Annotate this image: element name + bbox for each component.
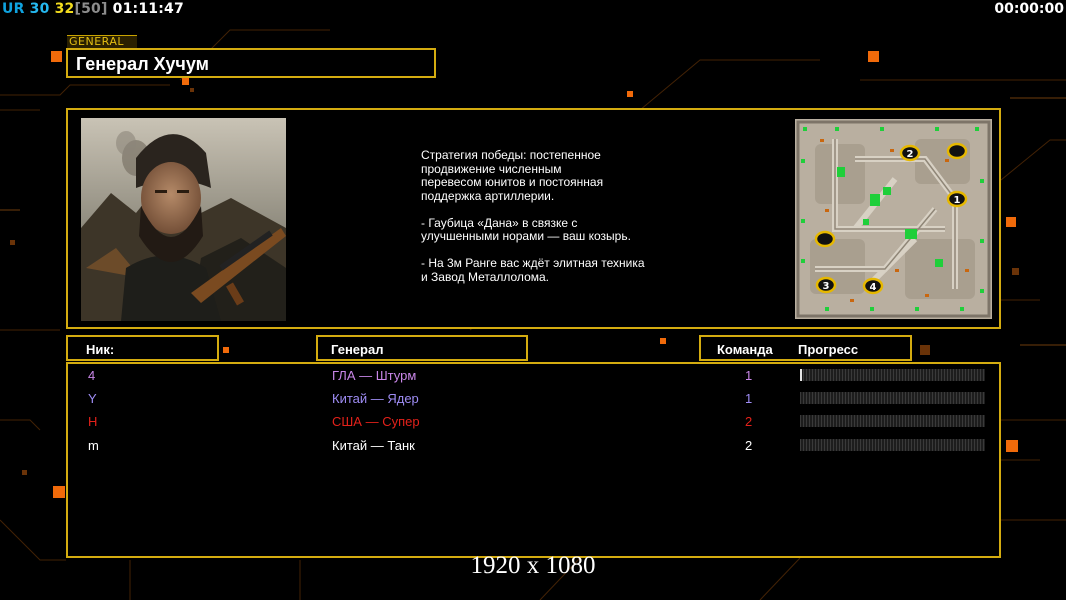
map-preview: 2 1 3 4 <box>795 119 992 319</box>
player-general: Китай — Ядер <box>332 391 419 406</box>
player-row: m Китай — Танк 2 <box>68 435 999 457</box>
player-progress-bar <box>800 369 985 381</box>
start-position-2: 2 <box>907 149 914 160</box>
start-position-1: 1 <box>954 195 961 206</box>
general-name: Генерал Хучум <box>76 54 209 74</box>
player-nick: H <box>88 414 98 429</box>
start-position-4: 4 <box>870 282 877 293</box>
player-team: 1 <box>745 368 753 383</box>
start-position-3: 3 <box>823 281 830 292</box>
stat-cyan: 30 <box>29 1 50 17</box>
stat-gray: [50] <box>74 1 108 17</box>
stat-yellow: 32 <box>54 1 75 17</box>
general-tag: GENERAL <box>67 35 137 48</box>
ur-label: UR <box>2 1 25 17</box>
countdown-timer: 00:00:00 <box>994 1 1064 17</box>
player-team: 1 <box>745 391 753 406</box>
team-header-label: Команда <box>717 342 773 357</box>
player-row: 4 ГЛА — Штурм 1 <box>68 365 999 387</box>
description-line: продвижение численным <box>421 161 562 176</box>
player-row: Y Китай — Ядер 1 <box>68 388 999 410</box>
game-clock: 01:11:47 <box>112 1 184 17</box>
nick-header-label: Ник: <box>86 342 115 357</box>
player-progress-bar <box>800 392 985 404</box>
player-general: США — Супер <box>332 414 420 429</box>
hud-stats: UR 30 32[50] 01:11:47 <box>2 1 184 17</box>
nick-header: Ник: <box>66 335 219 361</box>
player-nick: 4 <box>88 368 96 383</box>
strategy-description: Стратегия победы: постепенное продвижени… <box>421 148 711 284</box>
player-progress-bar <box>800 415 985 427</box>
general-header: Генерал <box>316 335 528 361</box>
player-nick: m <box>88 438 99 453</box>
player-general: ГЛА — Штурм <box>332 368 417 383</box>
progress-header-label: Прогресс <box>798 342 859 357</box>
description-line: улучшенными норами — ваш козырь. <box>421 229 631 243</box>
player-team: 2 <box>745 438 753 453</box>
player-general: Китай — Танк <box>332 438 415 453</box>
description-line: - Гаубица «Дана» в связке с <box>421 215 578 230</box>
description-line: Стратегия победы: постепенное <box>421 148 601 162</box>
resolution-label: 1920 x 1080 <box>470 552 596 579</box>
player-row: H США — Супер 2 <box>68 411 999 433</box>
description-line: - На 3м Ранге вас ждёт элитная техника <box>421 256 645 270</box>
player-progress-fill <box>800 369 802 381</box>
general-info-panel: Стратегия победы: постепенное продвижени… <box>66 108 1001 329</box>
team-progress-header: Команда Прогресс <box>699 335 912 361</box>
players-panel: 4 ГЛА — Штурм 1 Y Китай — Ядер 1 H США —… <box>66 362 1001 558</box>
general-portrait <box>81 118 286 321</box>
description-line: перевесом юнитов и постоянная <box>421 175 604 189</box>
description-line: поддержка артиллерии. <box>421 188 555 203</box>
general-title-box: Генерал Хучум <box>66 48 436 78</box>
player-nick: Y <box>88 391 97 406</box>
general-header-label: Генерал <box>331 342 384 357</box>
player-progress-bar <box>800 439 985 451</box>
description-line: и Завод Металлолома. <box>421 269 550 284</box>
player-team: 2 <box>745 414 753 429</box>
